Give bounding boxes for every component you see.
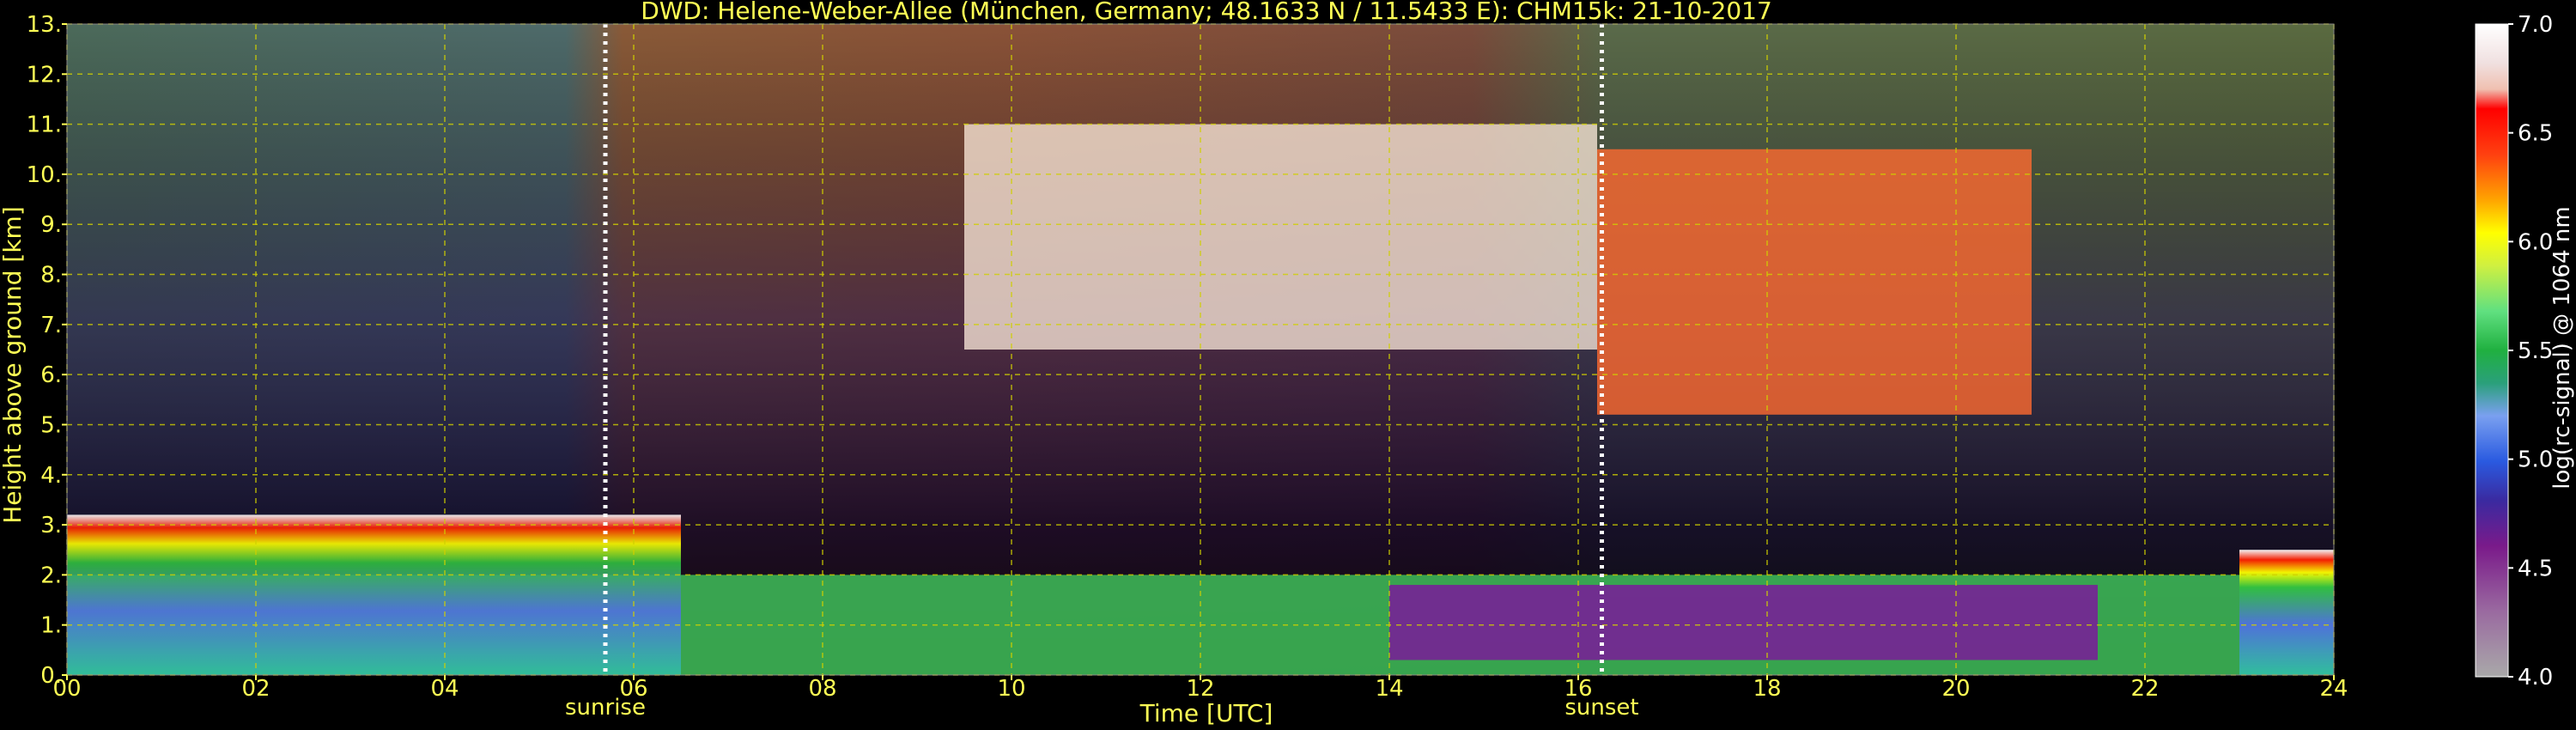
colorbar-tick-label: 4.0 [2518,665,2553,690]
y-tick-label: 2. [40,563,62,588]
x-axis-label: Time [UTC] [1139,699,1273,727]
x-tick-label: 14 [1375,676,1403,702]
x-tick-label: 08 [808,676,836,702]
x-tick-label: 20 [1941,676,1970,702]
y-tick-label: 6. [40,362,62,388]
colorbar-tick-label: 5.0 [2518,447,2553,473]
ceilometer-chart: sunrise sunset00 02 04 06 08 10 12 14 16 18 20 22 240… [0,0,2575,727]
x-tick-label: 04 [430,676,459,702]
y-tick-label: 11. [27,113,62,138]
colorbar-label: log(rc-signal) @ 1064 nm [2549,206,2575,489]
colorbar-tick-label: 6.0 [2518,229,2553,255]
x-tick-label: 22 [2130,676,2159,702]
y-tick-label: 1. [40,613,62,639]
colorbar-tick-label: 4.5 [2518,556,2553,581]
y-axis-label: Height above ground [km] [0,206,27,524]
x-tick-label: 12 [1186,676,1214,702]
y-tick-label: 5. [40,412,62,438]
colorbar-tick-label: 6.5 [2518,121,2553,147]
y-tick-label: 10. [27,162,62,188]
feature-evening-low-clouds [2239,550,2334,675]
y-tick-label: 4. [40,463,62,489]
y-tick-label: 9. [40,212,62,238]
colorbar: 4.0 4.5 5.0 5.5 6.0 6.5 7.0 [2475,12,2553,690]
feature-low-clouds [67,514,681,675]
feature-residual-layer [1389,585,2098,660]
x-tick-label: 10 [997,676,1025,702]
y-tick-label: 0. [40,663,62,689]
y-tick-label: 13. [27,12,62,38]
y-tick-label: 7. [40,313,62,338]
x-tick-label: 24 [2319,676,2348,702]
colorbar-tick-label: 7.0 [2518,12,2553,38]
y-tick-label: 3. [40,513,62,538]
feature-cirrus-clouds [964,124,1597,350]
y-tick-label: 8. [40,263,62,289]
x-tick-label: 18 [1753,676,1781,702]
chart-title: DWD: Helene-Weber-Allee (München, German… [641,0,1772,25]
x-tick-label: 02 [241,676,270,702]
x-tick-label: 16 [1564,676,1592,702]
colorbar-gradient [2475,23,2509,678]
x-tick-label: 06 [619,676,647,702]
colorbar-tick-label: 5.5 [2518,338,2553,364]
y-tick-label: 12. [27,62,62,88]
